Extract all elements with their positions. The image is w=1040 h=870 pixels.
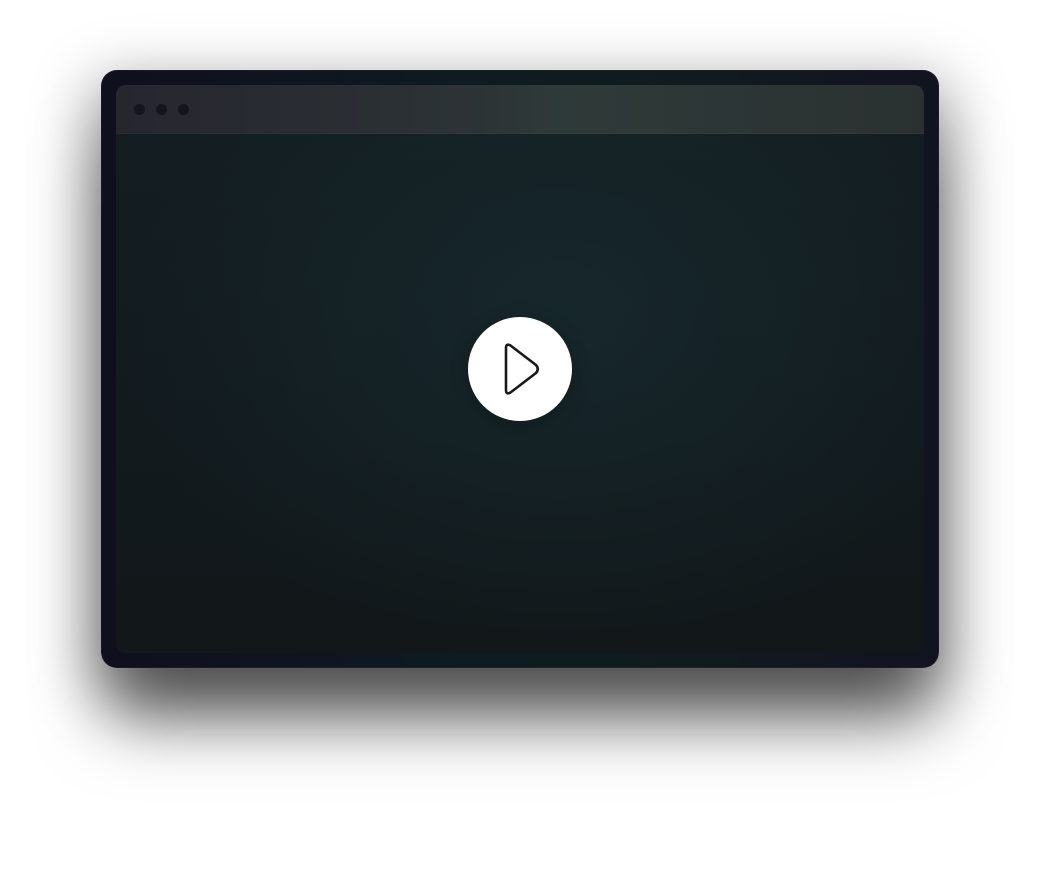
- browser-window: [116, 85, 924, 653]
- play-button[interactable]: [468, 317, 572, 421]
- device-frame: [101, 70, 939, 668]
- play-icon: [504, 343, 540, 395]
- window-titlebar: [116, 85, 924, 134]
- page-canvas: [0, 0, 1040, 870]
- window-control-dot[interactable]: [156, 104, 167, 115]
- window-control-dot[interactable]: [178, 104, 189, 115]
- window-control-dot[interactable]: [134, 104, 145, 115]
